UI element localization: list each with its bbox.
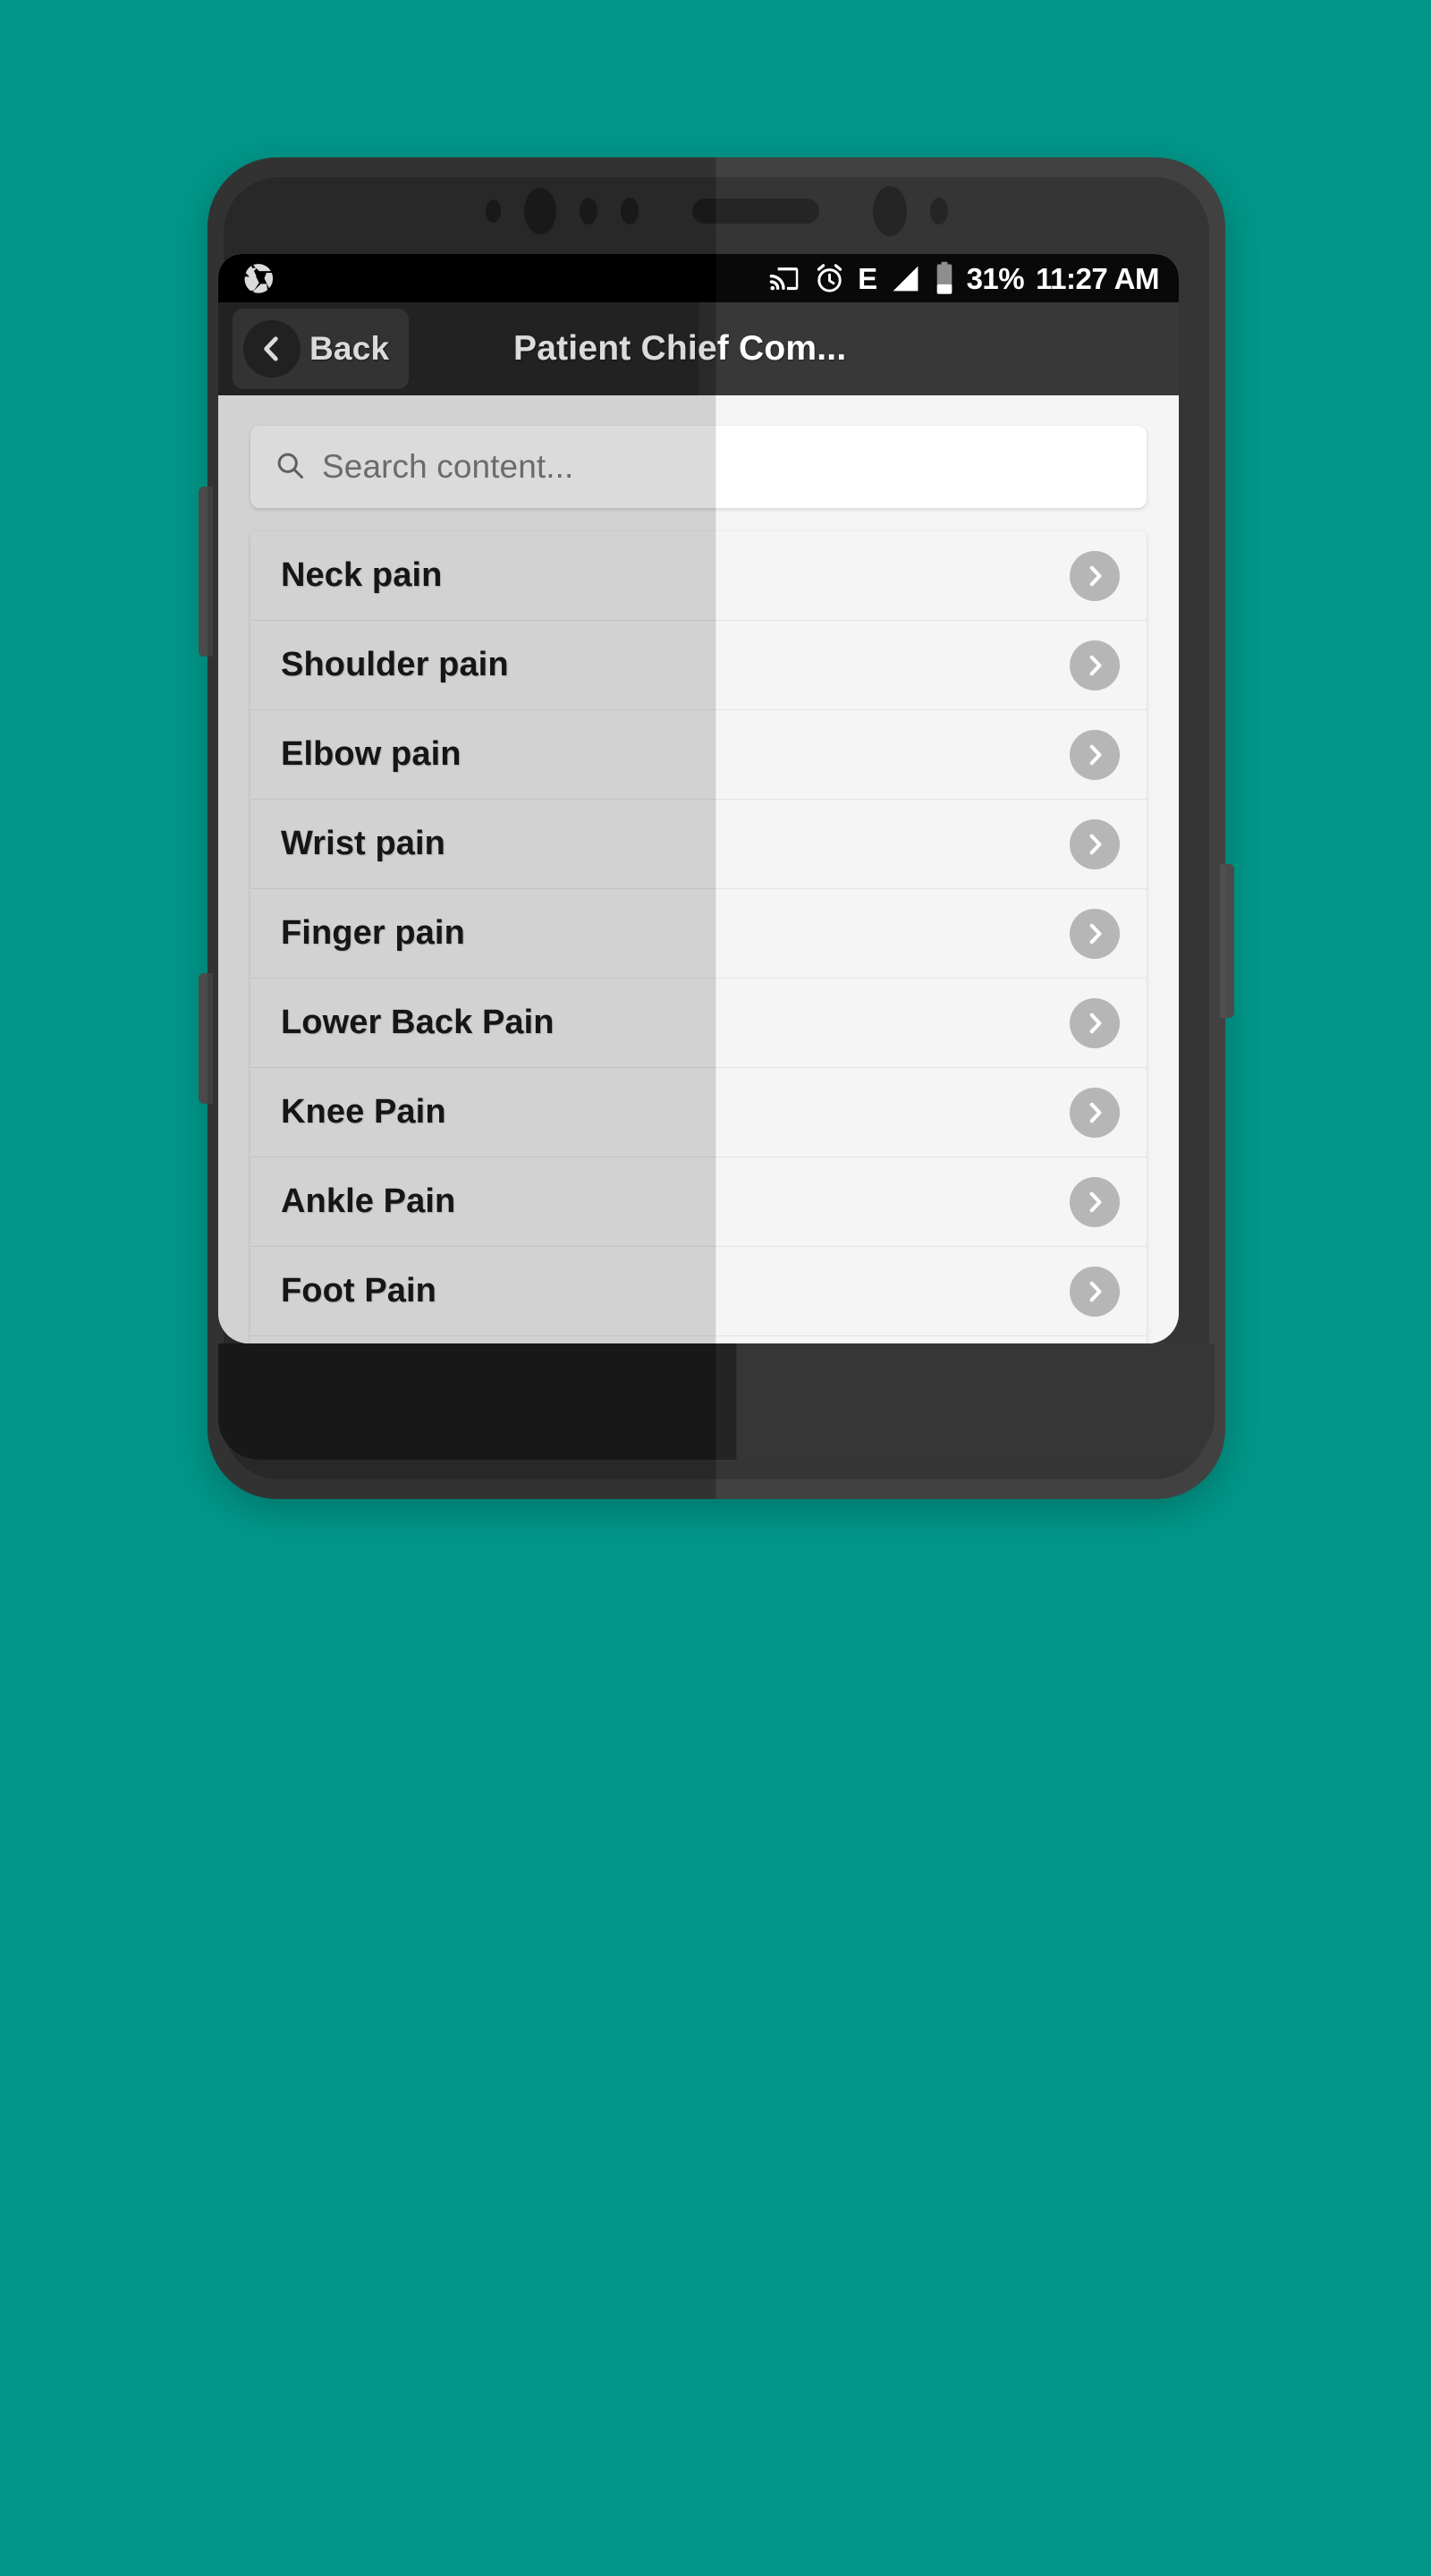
- list-item[interactable]: Toe Pain: [250, 1336, 1147, 1343]
- chevron-right-icon[interactable]: [1070, 1266, 1120, 1317]
- speaker-grille-icon: [691, 199, 819, 224]
- phone-device-frame: E 31% 11:27 AM Back Patient Chief Com...…: [199, 157, 1234, 1499]
- app-bar: Back Patient Chief Com...: [218, 302, 1179, 395]
- proximity-sensor-icon: [485, 199, 501, 223]
- chevron-right-icon[interactable]: [1070, 1176, 1120, 1227]
- list-item[interactable]: Wrist pain: [250, 800, 1147, 889]
- list-item[interactable]: Elbow pain: [250, 710, 1147, 800]
- alarm-clock-icon: [813, 262, 846, 295]
- bottom-bezel: [218, 1343, 1215, 1460]
- back-button[interactable]: Back: [233, 309, 410, 389]
- search-placeholder: Search content...: [322, 448, 574, 485]
- chevron-left-icon: [243, 320, 301, 377]
- list-item[interactable]: Foot Pain: [250, 1247, 1147, 1336]
- network-edge-icon: E: [858, 261, 877, 295]
- search-icon: [274, 449, 306, 486]
- status-bar-right: E 31% 11:27 AM: [768, 261, 1159, 295]
- status-bar-left: [241, 261, 275, 295]
- status-bar: E 31% 11:27 AM: [218, 254, 1179, 302]
- list-item-label: Elbow pain: [281, 735, 461, 773]
- light-sensor-icon: [579, 198, 597, 225]
- iris-scanner-icon: [872, 186, 907, 236]
- chevron-right-icon[interactable]: [1070, 908, 1120, 959]
- chevron-right-icon[interactable]: [1070, 550, 1120, 601]
- screen-content: Search content... Neck pain Shoulder pai…: [218, 395, 1179, 1343]
- search-input[interactable]: Search content...: [250, 426, 1147, 508]
- chevron-right-icon[interactable]: [1070, 1087, 1120, 1138]
- list-item-label: Shoulder pain: [281, 646, 509, 683]
- list-item[interactable]: Shoulder pain: [250, 621, 1147, 710]
- sensor-cluster: [485, 186, 948, 236]
- complaint-list: Neck pain Shoulder pain Elbow pain Wrist…: [250, 531, 1147, 1343]
- list-item-label: Neck pain: [281, 556, 443, 594]
- phone-screen: E 31% 11:27 AM Back Patient Chief Com...…: [218, 254, 1179, 1343]
- chevron-right-icon[interactable]: [1070, 640, 1120, 691]
- list-item[interactable]: Neck pain: [250, 531, 1147, 621]
- list-item[interactable]: Finger pain: [250, 889, 1147, 979]
- status-bar-clock: 11:27 AM: [1036, 261, 1159, 295]
- list-item[interactable]: Lower Back Pain: [250, 979, 1147, 1068]
- volume-rocker-button[interactable]: [199, 487, 213, 657]
- battery-icon: [934, 261, 955, 295]
- list-item-label: Knee Pain: [281, 1093, 446, 1131]
- cast-icon: [768, 262, 801, 295]
- list-item-label: Wrist pain: [281, 825, 445, 862]
- list-item-label: Foot Pain: [281, 1272, 436, 1309]
- assistant-button[interactable]: [199, 973, 213, 1104]
- power-button[interactable]: [1220, 864, 1234, 1018]
- ir-sensor-icon: [620, 198, 639, 225]
- signal-strength-icon: [889, 262, 922, 295]
- page-title: Patient Chief Com...: [513, 329, 847, 368]
- camera-shutter-icon: [241, 261, 275, 295]
- led-indicator-icon: [929, 198, 948, 225]
- list-item-label: Finger pain: [281, 914, 465, 952]
- list-item[interactable]: Ankle Pain: [250, 1157, 1147, 1247]
- front-camera-icon: [523, 188, 556, 234]
- top-bezel: [207, 157, 1225, 254]
- list-item-label: Ankle Pain: [281, 1182, 456, 1220]
- list-item[interactable]: Knee Pain: [250, 1068, 1147, 1157]
- list-item-label: Lower Back Pain: [281, 1004, 555, 1041]
- chevron-right-icon[interactable]: [1070, 818, 1120, 869]
- battery-percent-label: 31%: [966, 261, 1025, 295]
- chevron-right-icon[interactable]: [1070, 729, 1120, 780]
- chevron-right-icon[interactable]: [1070, 997, 1120, 1048]
- back-button-label: Back: [309, 330, 390, 367]
